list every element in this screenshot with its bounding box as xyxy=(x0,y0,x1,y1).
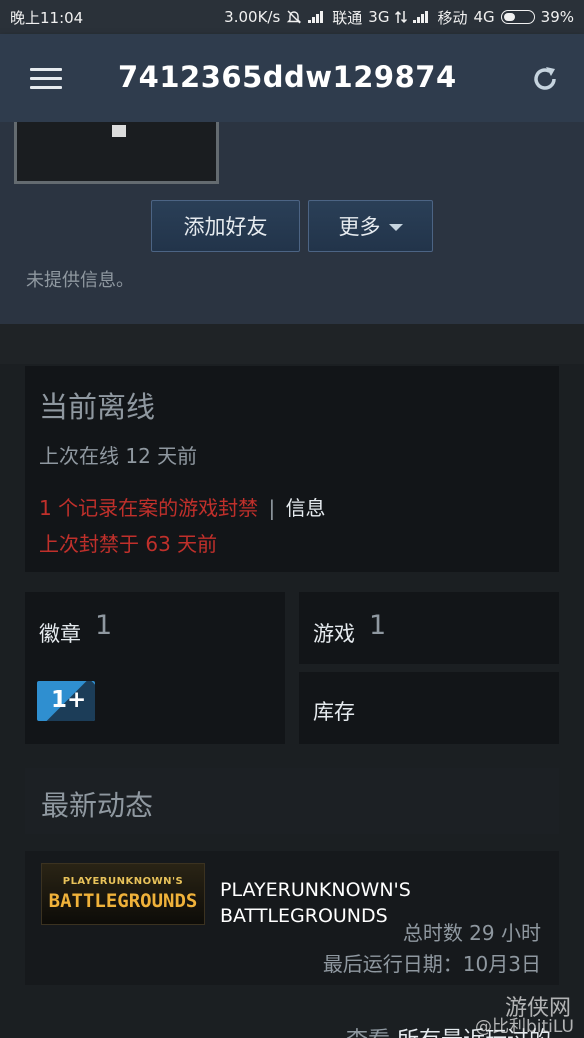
last-ban-date: 上次封禁于 63 天前 xyxy=(39,532,218,556)
badge-icon[interactable]: 1+ xyxy=(37,681,95,721)
inventory-card[interactable]: 库存 xyxy=(299,672,559,744)
game-last-played: 最后运行日期：10月3日 xyxy=(322,952,541,976)
profile-name-title: 7412365ddw129874 xyxy=(118,60,457,94)
carrier-1: 联通 xyxy=(332,8,363,27)
data-transfer-icon xyxy=(395,10,408,24)
add-friend-button[interactable]: 添加好友 xyxy=(151,200,300,252)
status-right-group: 3.00K/s 联通 3G 移动 4G 39% xyxy=(224,7,574,28)
games-count: 1 xyxy=(369,610,387,641)
games-label: 游戏 xyxy=(313,622,355,646)
badges-label: 徽章 xyxy=(39,622,81,646)
view-all-prefix: 查看 xyxy=(346,1028,390,1038)
more-label: 更多 xyxy=(338,215,381,239)
chevron-down-icon xyxy=(388,223,403,231)
carrier-2: 移动 xyxy=(437,8,468,27)
game-logo[interactable]: PLAYERUNKNOWN'S BATTLEGROUNDS xyxy=(41,863,205,925)
last-online-text: 上次在线 12 天前 xyxy=(39,444,198,468)
recent-activity-header: 最新动态 xyxy=(25,768,559,834)
hamburger-menu-icon[interactable] xyxy=(30,68,62,90)
status-bar: 晚上11:04 3.00K/s 联通 3G 移动 4G 39% xyxy=(0,0,584,34)
avatar xyxy=(14,122,219,184)
profile-summary: 未提供信息。 xyxy=(26,270,134,291)
inventory-label: 库存 xyxy=(313,700,355,724)
more-button[interactable]: 更多 xyxy=(308,200,433,252)
network-type-2: 4G xyxy=(473,8,495,26)
signal-icon xyxy=(308,11,326,23)
profile-header: 添加好友 更多 未提供信息。 xyxy=(0,122,584,324)
network-type-1: 3G xyxy=(368,8,390,26)
ban-record-line: 1 个记录在案的游戏封禁 | 信息 xyxy=(39,492,326,521)
status-time: 晚上11:04 xyxy=(10,8,84,27)
add-friend-label: 添加好友 xyxy=(183,215,268,239)
recent-activity-title: 最新动态 xyxy=(41,789,154,822)
ban-info-link[interactable]: 信息 xyxy=(286,496,326,520)
game-logo-top-text: PLAYERUNKNOWN'S xyxy=(62,876,184,887)
badges-count: 1 xyxy=(95,610,113,641)
ban-record-text: 1 个记录在案的游戏封禁 xyxy=(39,496,259,520)
section-divider xyxy=(0,324,584,364)
ban-separator: | xyxy=(268,496,276,520)
online-status-card: 当前离线 上次在线 12 天前 1 个记录在案的游戏封禁 | 信息 上次封禁于 … xyxy=(25,366,559,572)
watermark-handle: @比利bitiLU xyxy=(475,1017,574,1037)
games-card[interactable]: 游戏 1 xyxy=(299,592,559,664)
app-bar: 7412365ddw129874 xyxy=(0,34,584,122)
battery-percent: 39% xyxy=(540,8,574,26)
game-name-line-1: PLAYERUNKNOWN'S xyxy=(220,879,411,901)
recent-game-item[interactable]: PLAYERUNKNOWN'S BATTLEGROUNDS PLAYERUNKN… xyxy=(25,851,559,985)
signal-icon-2 xyxy=(413,11,431,23)
badge-level-text: 1+ xyxy=(51,687,87,713)
mute-icon xyxy=(287,10,302,24)
battery-icon xyxy=(500,10,535,24)
game-logo-main-text: BATTLEGROUNDS xyxy=(48,890,198,912)
network-speed: 3.00K/s xyxy=(224,8,281,26)
game-total-hours: 总时数 29 小时 xyxy=(402,921,541,945)
badges-card[interactable]: 徽章 1 1+ xyxy=(25,592,285,744)
online-status-title: 当前离线 xyxy=(39,390,156,424)
refresh-icon[interactable] xyxy=(530,64,560,94)
